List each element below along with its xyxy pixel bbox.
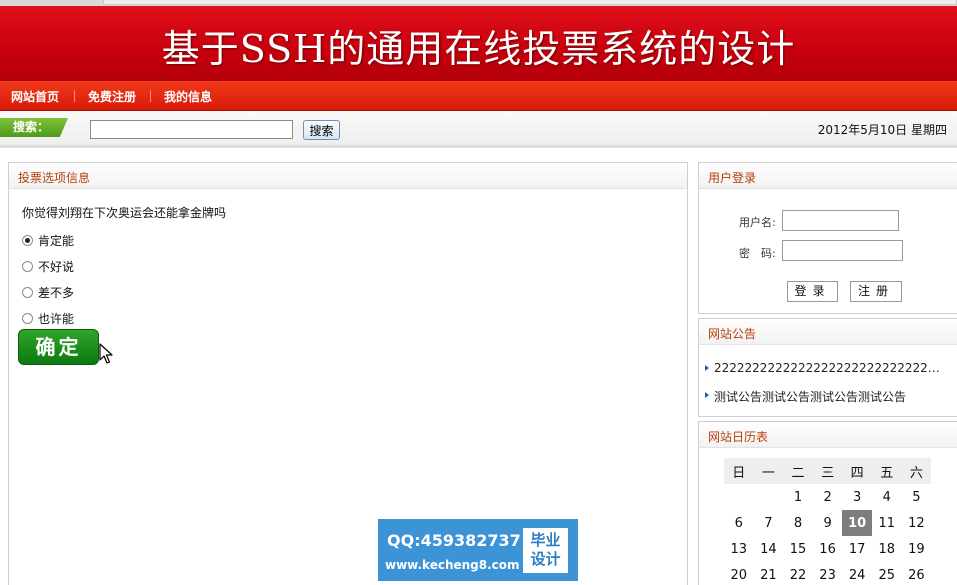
vote-option-label: 不好说 (38, 260, 75, 274)
search-label: 搜索： (0, 118, 68, 137)
vote-option-label: 也许能 (38, 312, 75, 326)
calendar-day[interactable]: 21 (754, 562, 784, 585)
password-label: 密 码: (739, 247, 776, 260)
weekday-header: 日 (724, 458, 754, 484)
calendar-day[interactable]: 2 (813, 484, 843, 510)
nav-divider (74, 90, 75, 102)
radio-button-checked[interactable] (22, 235, 33, 246)
calendar-day (754, 484, 784, 510)
login-panel: 用户登录 用户名: 密 码: 登录 注册 (698, 162, 957, 314)
browser-scrollbar[interactable] (103, 0, 957, 5)
calendar-panel-title: 网站日历表 (708, 430, 769, 444)
calendar-day (724, 484, 754, 510)
vote-option[interactable]: 肯定能 (22, 232, 74, 249)
vote-panel-title: 投票选项信息 (18, 171, 91, 185)
calendar-day[interactable]: 6 (724, 510, 754, 536)
calendar-week: 20 21 22 23 24 25 26 (724, 562, 931, 585)
username-label: 用户名: (739, 216, 776, 229)
panel-header: 网站日历表 (699, 422, 957, 448)
vote-panel: 投票选项信息 你觉得刘翔在下次奥运会还能拿金牌吗 肯定能 不好说 差不多 也许能… (8, 162, 688, 585)
password-input[interactable] (782, 240, 903, 261)
watermark-badge-line: 毕业 (530, 531, 561, 549)
calendar-day[interactable]: 15 (783, 536, 813, 562)
calendar-day[interactable]: 14 (754, 536, 784, 562)
notice-item[interactable]: 2222222222222222222222222222222 (705, 361, 945, 375)
calendar-day-today[interactable]: 10 (842, 510, 872, 536)
panel-header: 用户登录 (699, 163, 957, 189)
radio-button[interactable] (22, 287, 33, 298)
calendar-day[interactable]: 18 (872, 536, 902, 562)
calendar-day[interactable]: 17 (842, 536, 872, 562)
calendar-week: 6 7 8 9 10 11 12 (724, 510, 931, 536)
calendar-week: 13 14 15 16 17 18 19 (724, 536, 931, 562)
panel-header: 网站公告 (699, 319, 957, 345)
calendar-day[interactable]: 26 (902, 562, 932, 585)
site-banner: 基于SSH的通用在线投票系统的设计 (0, 6, 957, 81)
weekday-header: 一 (753, 458, 784, 484)
weekday-header: 四 (842, 458, 872, 484)
login-panel-title: 用户登录 (708, 171, 757, 185)
nav-item-register[interactable]: 免费注册 (88, 88, 136, 105)
watermark-badge-line: 设计 (530, 550, 561, 568)
weekday-header: 二 (783, 458, 813, 484)
calendar-day[interactable]: 24 (842, 562, 872, 585)
username-input[interactable] (782, 210, 899, 231)
nav-item-my-info[interactable]: 我的信息 (164, 88, 212, 105)
search-button[interactable]: 搜索 (303, 120, 340, 140)
calendar-day[interactable]: 9 (813, 510, 843, 536)
calendar-day[interactable]: 23 (813, 562, 843, 585)
vote-option[interactable]: 也许能 (22, 310, 74, 327)
radio-button[interactable] (22, 261, 33, 272)
calendar-day[interactable]: 12 (902, 510, 932, 536)
calendar-grid: 日 一 二 三 四 五 六 1 2 3 4 5 6 7 8 9 10 11 12… (724, 458, 932, 585)
calendar-day[interactable]: 22 (783, 562, 813, 585)
weekday-header: 三 (812, 458, 843, 484)
vote-submit-button[interactable]: 确定 (18, 329, 99, 365)
notice-panel-title: 网站公告 (708, 327, 757, 341)
vote-option-label: 肯定能 (38, 234, 75, 248)
calendar-day[interactable]: 13 (724, 536, 754, 562)
site-title: 基于SSH的通用在线投票系统的设计 (161, 27, 796, 71)
vote-option[interactable]: 差不多 (22, 284, 74, 301)
search-input[interactable] (90, 120, 293, 139)
calendar-day[interactable]: 4 (872, 484, 902, 510)
calendar-day[interactable]: 19 (902, 536, 932, 562)
calendar-day[interactable]: 25 (872, 562, 902, 585)
calendar-day[interactable]: 7 (754, 510, 784, 536)
panel-header: 投票选项信息 (9, 163, 687, 189)
radio-button[interactable] (22, 313, 33, 324)
calendar-week: 1 2 3 4 5 (724, 484, 931, 510)
vote-option-label: 差不多 (38, 286, 75, 300)
search-bar: 搜索： 搜索 2012年5月10日 星期四 (0, 111, 957, 148)
login-button[interactable]: 登录 (787, 281, 838, 302)
nav-item-home[interactable]: 网站首页 (11, 88, 59, 105)
calendar-weekday-row: 日 一 二 三 四 五 六 (724, 458, 932, 484)
main-nav: 网站首页 免费注册 我的信息 (0, 81, 957, 111)
weekday-header: 五 (871, 458, 902, 484)
calendar-day[interactable]: 20 (724, 562, 754, 585)
watermark-overlay: QQ:459382737 www.kecheng8.com 毕业 设计 (378, 519, 578, 581)
current-date: 2012年5月10日 星期四 (817, 123, 947, 137)
nav-divider (150, 90, 151, 102)
weekday-header: 六 (901, 458, 932, 484)
calendar-day[interactable]: 1 (783, 484, 813, 510)
calendar-day[interactable]: 8 (783, 510, 813, 536)
vote-question: 你觉得刘翔在下次奥运会还能拿金牌吗 (22, 206, 227, 220)
calendar-day[interactable]: 11 (872, 510, 902, 536)
calendar-day[interactable]: 3 (842, 484, 872, 510)
watermark-badge: 毕业 设计 (523, 528, 568, 573)
notice-panel: 网站公告 2222222222222222222222222222222 测试公… (698, 318, 957, 417)
mouse-pointer-icon (99, 343, 113, 364)
vote-option[interactable]: 不好说 (22, 258, 74, 275)
calendar-panel: 网站日历表 日 一 二 三 四 五 六 1 2 3 4 5 6 7 8 9 10… (698, 421, 957, 585)
watermark-qq: QQ:459382737 (387, 531, 521, 550)
register-button[interactable]: 注册 (850, 281, 902, 302)
calendar-day[interactable]: 5 (902, 484, 932, 510)
calendar-day[interactable]: 16 (813, 536, 843, 562)
watermark-site: www.kecheng8.com (385, 558, 520, 572)
notice-item[interactable]: 测试公告测试公告测试公告测试公告 (705, 388, 945, 405)
